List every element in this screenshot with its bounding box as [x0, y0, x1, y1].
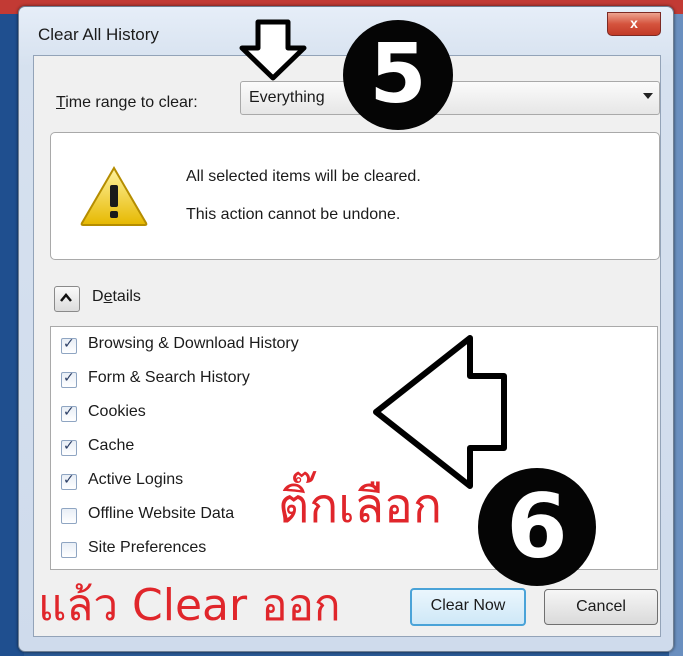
item-label: Active Logins: [88, 471, 184, 488]
checkbox[interactable]: [61, 438, 77, 456]
time-range-accesskey: T: [56, 94, 66, 111]
details-label: Details: [92, 288, 141, 306]
checkbox[interactable]: [61, 404, 77, 422]
item-label: Offline Website Data: [88, 505, 235, 522]
warning-triangle-icon: [80, 166, 148, 226]
item-label: Cookies: [88, 403, 146, 420]
warning-line-1: All selected items will be cleared.: [186, 168, 421, 185]
warning-line-2: This action cannot be undone.: [186, 206, 401, 223]
checkbox[interactable]: [61, 472, 77, 490]
details-label-suffix: tails: [112, 288, 141, 305]
dialog-title: Clear All History: [38, 25, 159, 44]
item-label: Cache: [88, 437, 135, 454]
annotation-step-6-badge: 6: [478, 468, 596, 586]
clear-now-button[interactable]: Clear Now: [410, 588, 526, 626]
warning-box: All selected items will be cleared. This…: [50, 132, 660, 260]
close-icon: x: [630, 15, 638, 31]
annotation-clear-text: แล้ว Clear ออก: [38, 580, 341, 631]
details-label-prefix: D: [92, 288, 104, 305]
details-toggle-button[interactable]: [54, 286, 80, 312]
annotation-check-text: ติ๊กเลือก: [278, 478, 442, 534]
time-range-label-text: ime range to clear:: [65, 94, 198, 111]
item-label: Form & Search History: [88, 369, 250, 386]
item-label: Site Preferences: [88, 539, 207, 556]
checkbox[interactable]: [61, 508, 77, 524]
checkbox[interactable]: [61, 370, 77, 388]
dropdown-arrow-icon: [643, 93, 653, 99]
item-label: Browsing & Download History: [88, 335, 299, 352]
time-range-value: Everything: [249, 89, 325, 106]
time-range-label: Time range to clear:: [56, 94, 198, 112]
cancel-button[interactable]: Cancel: [544, 589, 658, 625]
annotation-arrow-down-icon: [239, 19, 307, 81]
chevron-up-icon: [60, 293, 72, 302]
checkbox[interactable]: [61, 336, 77, 354]
annotation-step-5-badge: 5: [343, 20, 453, 130]
checkbox[interactable]: [61, 542, 77, 558]
close-button[interactable]: x: [607, 12, 661, 36]
